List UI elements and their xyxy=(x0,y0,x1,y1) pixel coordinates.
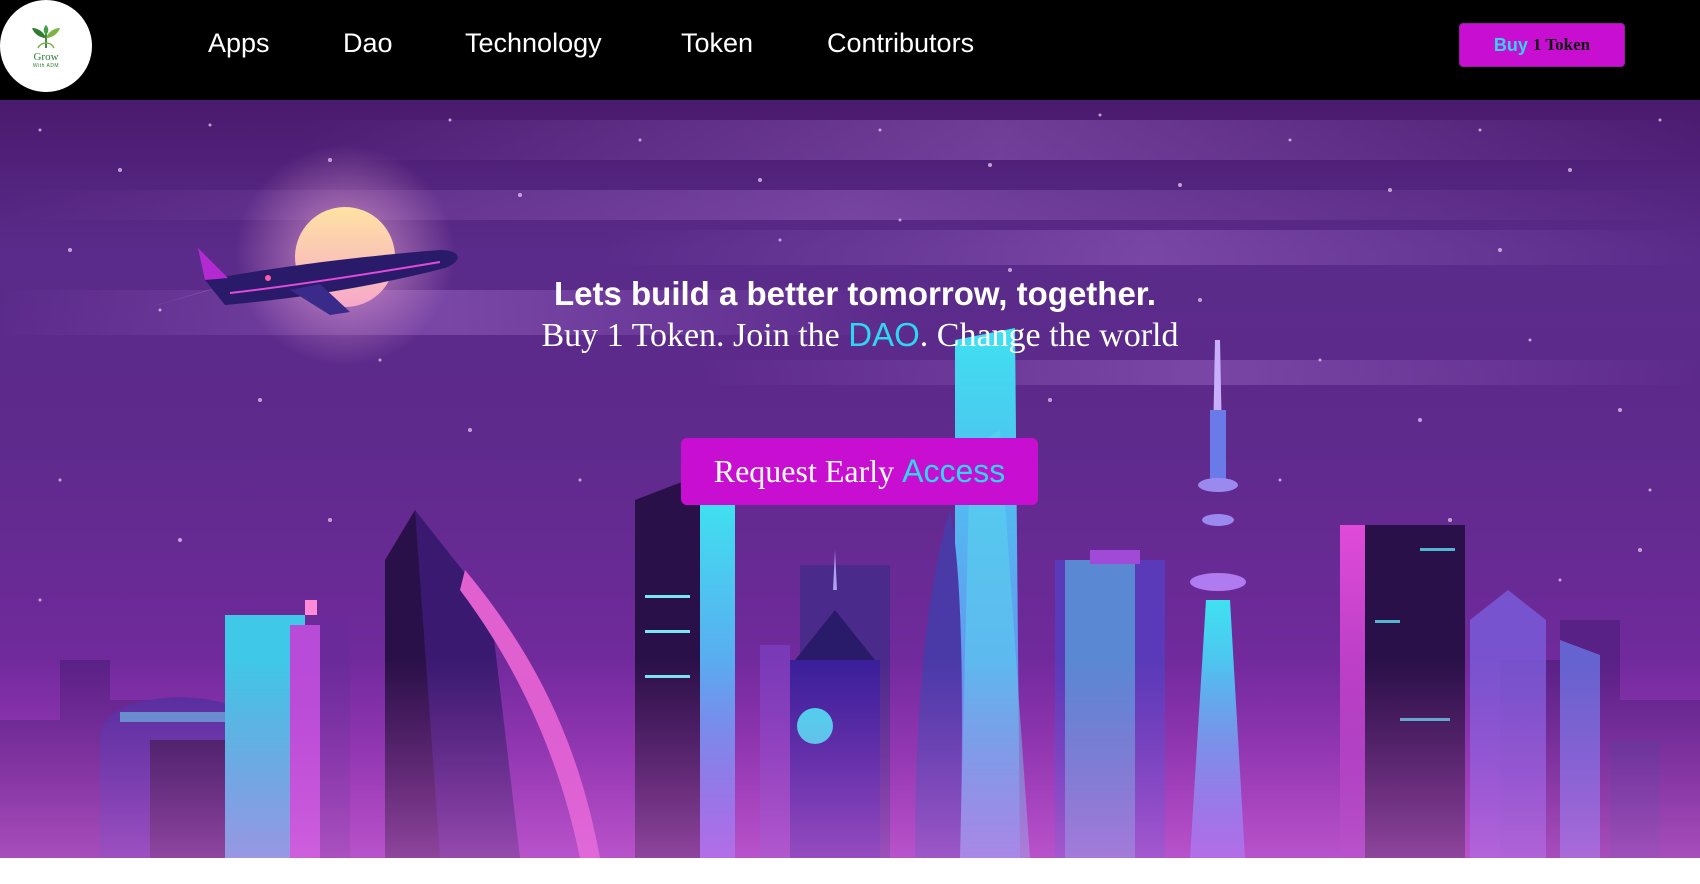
nav-item-technology[interactable]: Technology xyxy=(465,28,602,59)
brand-tagline: With ADM xyxy=(32,62,60,69)
cta-label-request-early: Request Early xyxy=(713,453,895,489)
hero-subtitle-text-2: . Change the world xyxy=(919,317,1179,354)
brand-name: Grow xyxy=(33,50,59,63)
brand-logo[interactable]: Grow With ADM xyxy=(0,0,92,92)
buy-token-label-buy: Buy xyxy=(1493,34,1528,55)
nav-item-dao[interactable]: Dao xyxy=(343,28,393,59)
buy-token-label-token: 1 Token xyxy=(1532,35,1591,54)
cta-label-access: Access xyxy=(902,453,1006,489)
hero-title: Lets build a better tomorrow, together. xyxy=(554,275,1156,312)
top-navbar: Grow With ADM Apps Dao Technology Token … xyxy=(0,0,1700,100)
buy-token-button[interactable]: Buy 1 Token xyxy=(1459,23,1625,67)
hero-subtitle-dao: DAO xyxy=(848,316,920,353)
hero-subtitle-text-1: Buy 1 Token. Join the xyxy=(541,317,849,354)
nav-item-token[interactable]: Token xyxy=(681,28,753,59)
hero-section: Lets build a better tomorrow, together. … xyxy=(0,100,1700,858)
nav-item-contributors[interactable]: Contributors xyxy=(827,28,974,59)
hero-subtitle: Buy 1 Token. Join the DAO. Change the wo… xyxy=(0,316,1700,355)
nav-item-apps[interactable]: Apps xyxy=(208,28,270,59)
request-early-access-button[interactable]: Request Early Access xyxy=(681,438,1038,505)
sprout-icon xyxy=(32,24,60,48)
